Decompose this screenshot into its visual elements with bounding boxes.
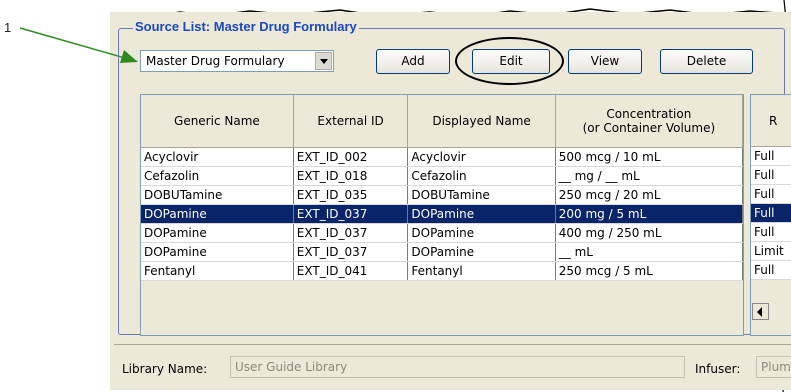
cell-generic-name: Fentanyl xyxy=(141,261,294,281)
cell-r: Limit xyxy=(751,242,791,261)
cell-external-id: EXT_ID_018 xyxy=(293,166,409,186)
rules-table: R Full Full Full Full Full Limit Full xyxy=(750,94,791,336)
delete-button[interactable]: Delete xyxy=(660,49,753,74)
cell-external-id: EXT_ID_037 xyxy=(293,223,409,243)
library-name-field[interactable]: User Guide Library xyxy=(230,356,685,378)
cell-external-id: EXT_ID_037 xyxy=(293,204,409,224)
library-name-label: Library Name: xyxy=(122,362,208,376)
concentration-header-line1: Concentration xyxy=(606,107,692,121)
source-list-title: Source List: Master Drug Formulary xyxy=(133,19,359,34)
concentration-header-line2: (or Container Volume) xyxy=(582,121,716,135)
table-row[interactable]: Fentanyl EXT_ID_041 Fentanyl 250 mcg / 5… xyxy=(141,261,743,281)
cell-concentration: 500 mcg / 10 mL xyxy=(555,147,743,167)
table-row[interactable]: Cefazolin EXT_ID_018 Cefazolin __ mg / _… xyxy=(141,166,743,186)
cell-r: Full xyxy=(751,261,791,280)
cell-displayed-name: DOBUTamine xyxy=(407,185,556,205)
infuser-label: Infuser: xyxy=(695,362,741,376)
drug-list-table: Generic Name External ID Displayed Name … xyxy=(140,94,744,336)
cell-generic-name: DOBUTamine xyxy=(141,185,294,205)
cell-displayed-name: Fentanyl xyxy=(407,261,556,281)
cell-r: Full xyxy=(751,223,791,242)
column-header-displayed-name[interactable]: Displayed Name xyxy=(407,95,556,148)
source-list-value: Master Drug Formulary xyxy=(146,54,285,68)
scroll-left-icon[interactable] xyxy=(752,303,769,320)
cell-displayed-name: DOPamine xyxy=(407,242,556,262)
source-list-dropdown[interactable]: Master Drug Formulary xyxy=(140,50,334,72)
table-row[interactable]: Acyclovir EXT_ID_002 Acyclovir 500 mcg /… xyxy=(141,147,743,167)
cell-concentration: 250 mcg / 5 mL xyxy=(555,261,743,281)
column-header-concentration[interactable]: Concentration (or Container Volume) xyxy=(555,95,743,148)
cell-generic-name: DOPamine xyxy=(141,242,294,262)
column-header-external-id[interactable]: External ID xyxy=(293,95,409,148)
column-header-generic-name[interactable]: Generic Name xyxy=(141,95,294,148)
highlight-ellipse xyxy=(455,37,564,85)
table-row[interactable]: DOPamine EXT_ID_037 DOPamine 400 mg / 25… xyxy=(141,223,743,243)
cell-displayed-name: DOPamine xyxy=(407,204,556,224)
cell-displayed-name: Cefazolin xyxy=(407,166,556,186)
cell-concentration: 400 mg / 250 mL xyxy=(555,223,743,243)
column-header-r[interactable]: R xyxy=(751,95,791,147)
cell-concentration: 250 mcg / 20 mL xyxy=(555,185,743,205)
cell-external-id: EXT_ID_035 xyxy=(293,185,409,205)
cell-r: Full xyxy=(751,185,791,204)
cell-displayed-name: Acyclovir xyxy=(407,147,556,167)
cell-concentration: __ mg / __ mL xyxy=(555,166,743,186)
cell-displayed-name: DOPamine xyxy=(407,223,556,243)
cell-external-id: EXT_ID_041 xyxy=(293,261,409,281)
table-row[interactable]: DOPamine EXT_ID_037 DOPamine __ mL xyxy=(141,242,743,262)
cell-concentration: 200 mg / 5 mL xyxy=(555,204,743,224)
cell-external-id: EXT_ID_037 xyxy=(293,242,409,262)
cell-generic-name: Acyclovir xyxy=(141,147,294,167)
table-row[interactable]: DOBUTamine EXT_ID_035 DOBUTamine 250 mcg… xyxy=(141,185,743,205)
cell-r: Full xyxy=(751,166,791,185)
view-button[interactable]: View xyxy=(568,49,642,74)
cell-generic-name: DOPamine xyxy=(141,223,294,243)
cell-generic-name: DOPamine xyxy=(141,204,294,224)
cell-r: Full xyxy=(751,147,791,166)
cell-generic-name: Cefazolin xyxy=(141,166,294,186)
cell-r: Full xyxy=(751,204,791,223)
infuser-field[interactable]: Plum xyxy=(756,356,791,378)
table-row-selected[interactable]: DOPamine EXT_ID_037 DOPamine 200 mg / 5 … xyxy=(141,204,743,224)
add-button[interactable]: Add xyxy=(376,49,450,74)
cell-concentration: __ mL xyxy=(555,242,743,262)
cell-external-id: EXT_ID_002 xyxy=(293,147,409,167)
chevron-down-icon[interactable] xyxy=(315,52,332,70)
